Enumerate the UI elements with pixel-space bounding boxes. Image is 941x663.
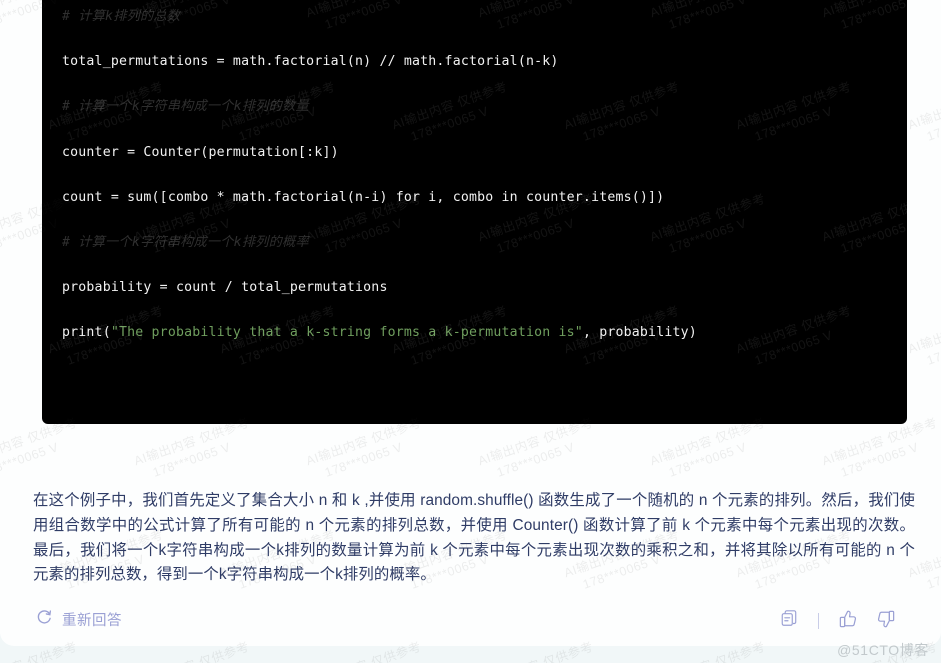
thumbs-down-button[interactable]	[873, 608, 899, 634]
code-token: , probability)	[582, 325, 697, 341]
code-line: # 计算一个k字符串构成一个k排列的数量	[62, 96, 887, 119]
code-token: total_permutations = math.factorial(n) /…	[62, 54, 559, 70]
code-token: counter = Counter(permutation[:k])	[62, 144, 339, 160]
thumbs-up-icon	[838, 609, 858, 634]
answer-card: # 计算k排列的总数 total_permutations = math.fac…	[0, 0, 941, 646]
code-line: print("The probability that a k-string f…	[62, 322, 887, 345]
explanation-paragraph: 在这个例子中，我们首先定义了集合大小 n 和 k ,并使用 random.shu…	[33, 492, 915, 584]
regenerate-label: 重新回答	[62, 612, 122, 629]
code-block: # 计算k排列的总数 total_permutations = math.fac…	[42, 0, 907, 424]
thumbs-down-icon	[876, 609, 896, 634]
refresh-icon	[36, 608, 53, 630]
thumbs-up-button[interactable]	[835, 608, 861, 634]
code-token: probability = count / total_permutations	[62, 280, 388, 296]
copy-button[interactable]	[776, 608, 802, 634]
code-line: probability = count / total_permutations	[62, 277, 887, 300]
code-line: total_permutations = math.factorial(n) /…	[62, 51, 887, 74]
code-line: count = sum([combo * math.factorial(n-i)…	[62, 187, 887, 210]
regenerate-button[interactable]: 重新回答	[36, 608, 122, 630]
feedback-actions	[776, 608, 899, 634]
code-line: # 计算一个k字符串构成一个k排列的概率	[62, 232, 887, 255]
copy-icon	[780, 609, 799, 633]
code-string: "The probability that a k-string forms a…	[110, 325, 583, 341]
attribution-watermark: @51CTO博客	[837, 642, 929, 658]
code-content: # 计算k排列的总数 total_permutations = math.fac…	[62, 6, 887, 345]
code-token: count = sum([combo * math.factorial(n-i)…	[62, 189, 665, 205]
code-comment: # 计算一个k字符串构成一个k排列的概率	[62, 234, 309, 250]
toolbar-divider	[818, 613, 819, 629]
code-line: # 计算k排列的总数	[62, 6, 887, 29]
code-token: print(	[62, 325, 111, 341]
code-comment: # 计算一个k字符串构成一个k排列的数量	[62, 99, 309, 115]
code-comment: # 计算k排列的总数	[62, 9, 181, 24]
response-toolbar: 重新回答	[0, 602, 941, 646]
code-line: counter = Counter(permutation[:k])	[62, 142, 887, 165]
